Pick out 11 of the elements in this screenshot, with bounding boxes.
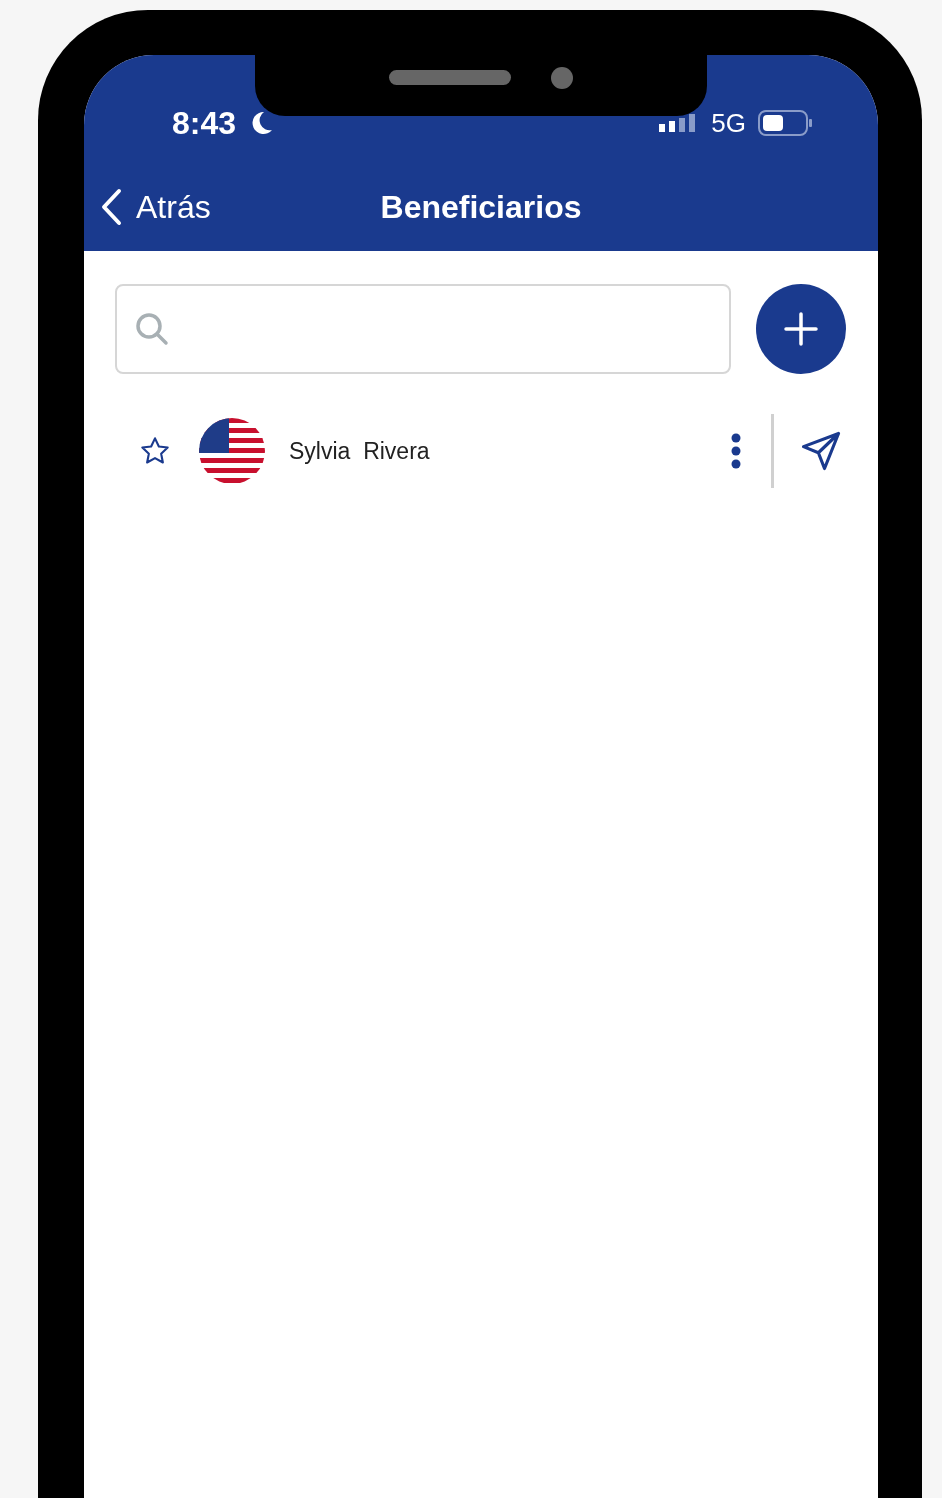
back-button[interactable]: Atrás xyxy=(100,188,211,226)
network-label: 5G xyxy=(711,107,746,139)
search-field[interactable] xyxy=(115,284,731,374)
beneficiary-name[interactable]: Sylvia Rivera xyxy=(289,437,727,465)
search-icon xyxy=(135,312,169,346)
chevron-left-icon xyxy=(100,188,122,226)
plus-icon xyxy=(784,312,818,346)
page-title: Beneficiarios xyxy=(380,189,582,227)
battery-icon xyxy=(758,110,814,136)
status-time: 8:43 xyxy=(172,104,237,142)
us-flag-icon xyxy=(199,418,265,484)
